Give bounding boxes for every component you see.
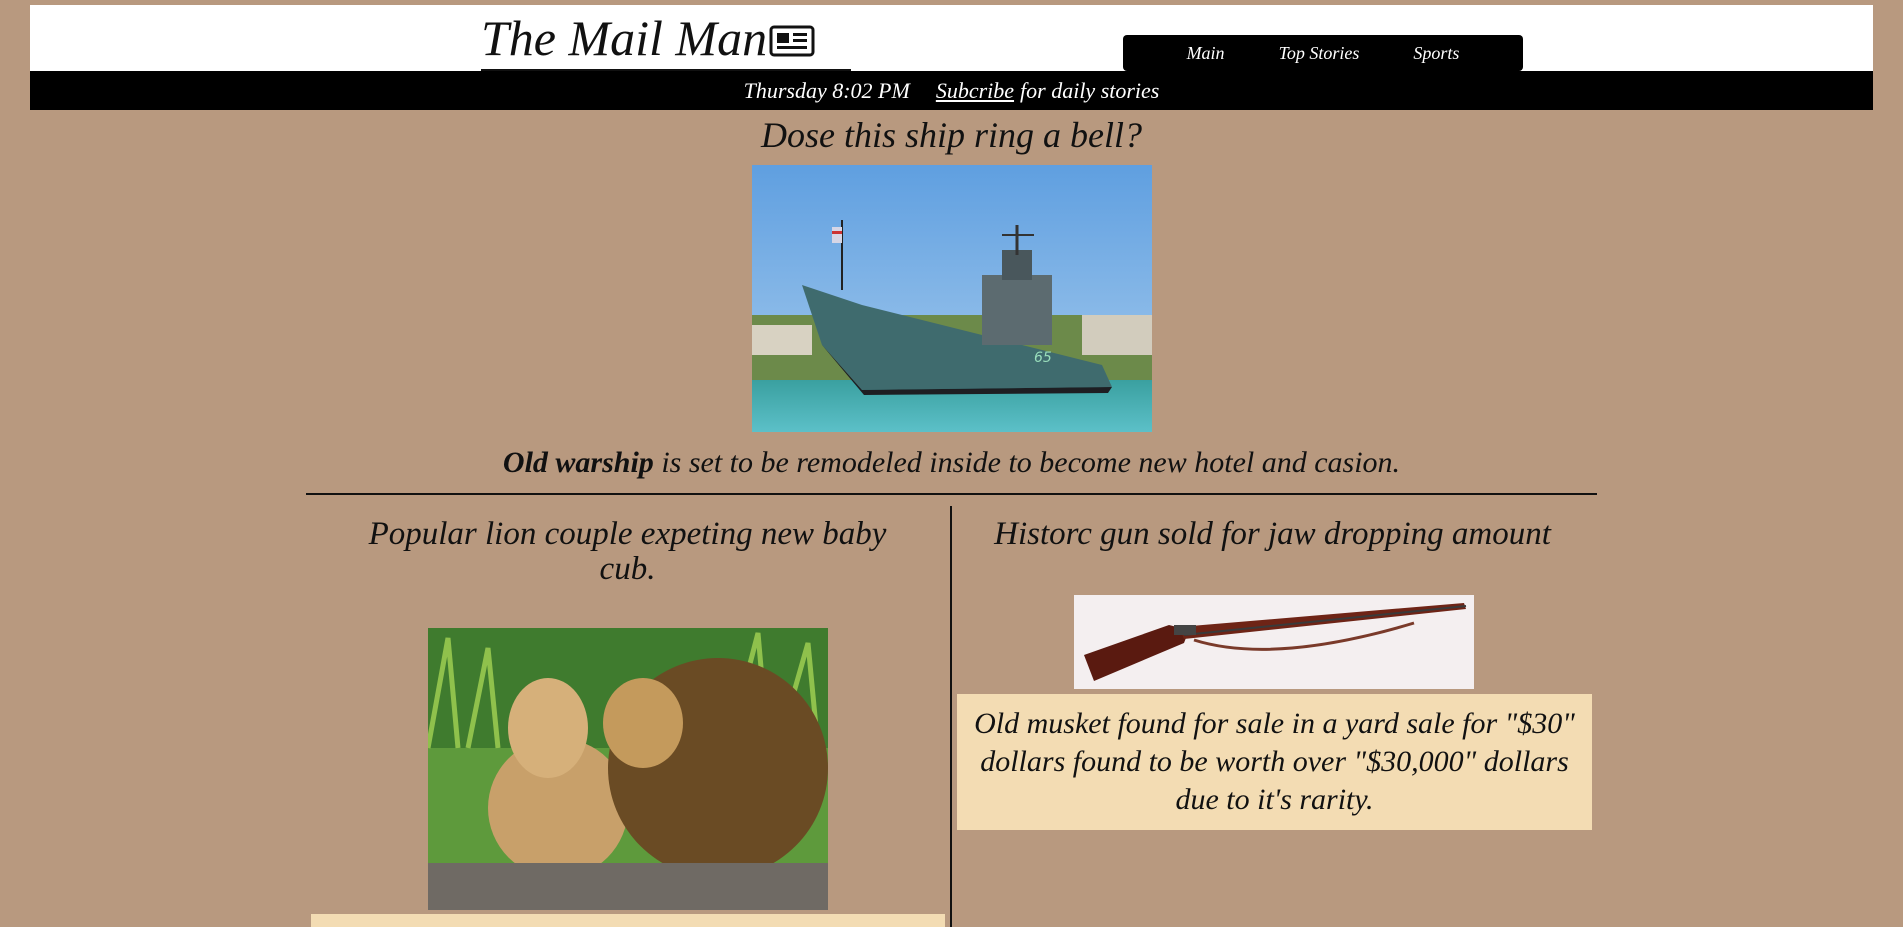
- newspaper-icon: [769, 25, 815, 57]
- svg-text:65: 65: [1034, 350, 1052, 366]
- main-story-caption-text: is set to be remodeled inside to become …: [653, 446, 1401, 479]
- site-logo[interactable]: The Mail Man: [481, 7, 851, 71]
- nav-item-main[interactable]: Main: [1187, 43, 1225, 64]
- subscribe-link[interactable]: Subcribe: [936, 78, 1014, 104]
- info-bar: Thursday 8:02 PM Subcribe for daily stor…: [30, 71, 1873, 110]
- gun-story-headline[interactable]: Historc gun sold for jaw dropping amount: [960, 517, 1585, 552]
- main-nav: Main Top Stories Sports: [1123, 35, 1523, 71]
- subscribe-text: for daily stories: [1020, 77, 1160, 103]
- main-story-headline[interactable]: Dose this ship ring a bell?: [0, 113, 1903, 157]
- nav-item-top-stories[interactable]: Top Stories: [1279, 43, 1360, 64]
- gun-story-caption: Old musket found for sale in a yard sale…: [957, 694, 1592, 830]
- lion-couple-photo[interactable]: [428, 628, 828, 910]
- site-header: The Mail Man Main Top Stories Sports: [30, 5, 1873, 71]
- column-divider: [950, 506, 952, 927]
- nav-item-sports[interactable]: Sports: [1413, 43, 1459, 64]
- current-time: Thursday 8:02 PM: [743, 77, 910, 103]
- warship-photo[interactable]: 65: [752, 165, 1152, 432]
- site-title: The Mail Man: [481, 10, 768, 66]
- page: The Mail Man Main Top Stories Sports Thu…: [0, 0, 1903, 927]
- main-story-caption-bold: Old warship: [502, 446, 654, 479]
- main-story-caption: Old warship is set to be remodeled insid…: [0, 443, 1903, 483]
- lion-story-caption-box: [311, 914, 945, 927]
- lion-story-headline[interactable]: Popular lion couple expeting new baby cu…: [340, 517, 915, 587]
- musket-photo[interactable]: [1074, 595, 1474, 689]
- section-divider: [306, 493, 1597, 495]
